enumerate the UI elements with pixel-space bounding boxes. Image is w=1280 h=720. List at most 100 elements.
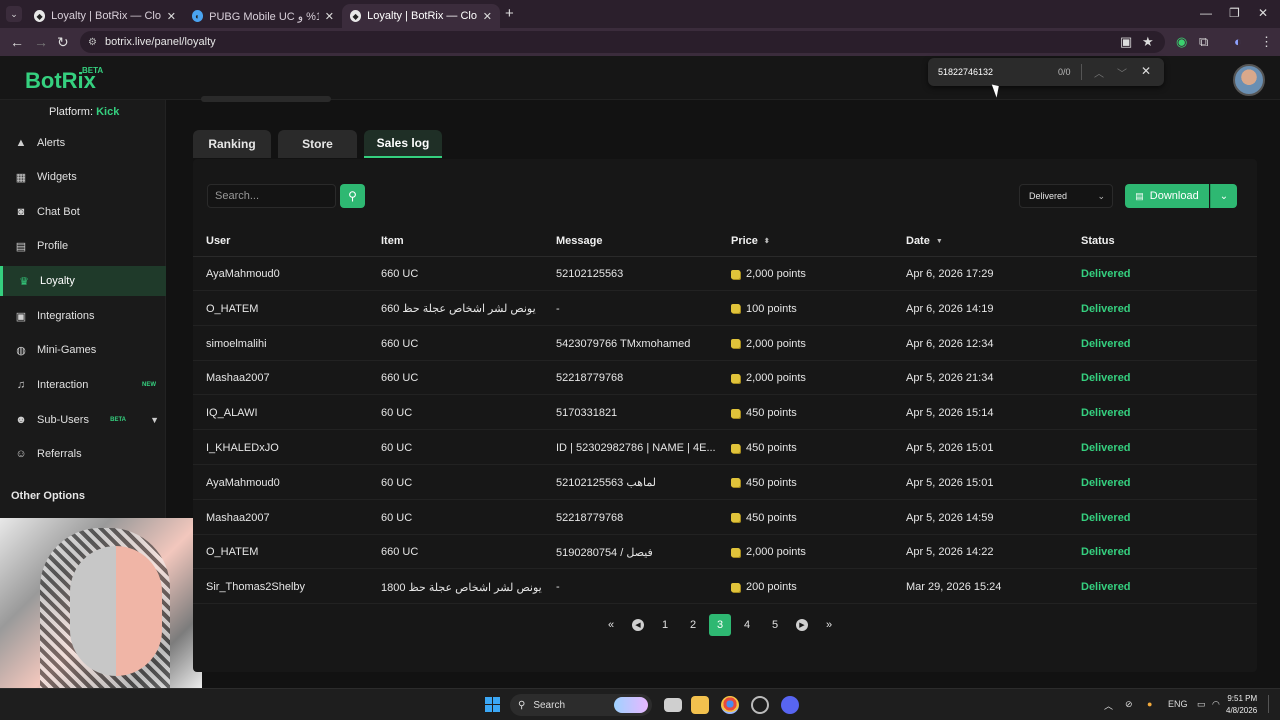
extension-icon[interactable]: ◉ [1176, 34, 1187, 50]
status-filter-select[interactable]: Delivered ⌄ [1019, 184, 1113, 208]
tray-overflow-icon[interactable]: ︿ [1104, 699, 1113, 712]
previous-page-icon[interactable]: ◀ [627, 614, 649, 636]
tab-store[interactable]: Store [278, 130, 357, 158]
browser-menu-icon[interactable]: ⋮ [1260, 34, 1273, 50]
microphone-icon[interactable]: ● [1147, 699, 1152, 709]
show-desktop-button[interactable] [1268, 695, 1274, 713]
taskbar-search[interactable]: ⚲ Search [510, 694, 652, 716]
site-info-icon[interactable]: ⚙ [88, 37, 97, 48]
webcam-face [70, 546, 162, 676]
new-tab-button[interactable]: + [505, 5, 514, 22]
cell-date: Apr 5, 2026 15:14 [906, 396, 993, 430]
forward-icon[interactable]: → [34, 34, 48, 50]
page-2[interactable]: 2 [682, 614, 704, 636]
cell-user: AyaMahmoud0 [206, 257, 280, 291]
profile-icon[interactable]: ◐ [1234, 34, 1242, 49]
cell-item: 60 UC [381, 431, 412, 465]
table-row: O_HATEM 660 يونص لشر اشخاص عجلة حظ - 100 po… [193, 292, 1257, 326]
close-icon[interactable]: ✕ [167, 10, 176, 23]
platform-label: Platform: [49, 106, 94, 118]
window-close-icon[interactable]: ✕ [1258, 6, 1268, 20]
cell-item: 660 UC [381, 327, 418, 361]
system-clock[interactable]: 9:51 PM 4/8/2026 [1226, 693, 1257, 717]
cell-date: Apr 5, 2026 15:01 [906, 466, 993, 500]
reader-mode-icon[interactable]: ▣ [1120, 34, 1132, 50]
user-avatar[interactable] [1233, 64, 1265, 96]
chevron-down-icon[interactable]: ▼ [150, 415, 159, 425]
tab-sales-log[interactable]: Sales log [364, 130, 442, 158]
tab-ranking[interactable]: Ranking [193, 130, 271, 158]
sidebar-item-integrations[interactable]: ▣ Integrations [0, 301, 166, 331]
download-button[interactable]: ▤ Download [1125, 184, 1209, 208]
task-view-icon[interactable] [664, 698, 682, 712]
close-icon[interactable]: ✕ [483, 10, 492, 23]
sidebar-item-interaction[interactable]: ♫ Interaction NEW [0, 370, 166, 400]
app-icon[interactable] [751, 696, 769, 714]
download-options-button[interactable]: ⌄ [1210, 184, 1237, 208]
minimize-icon[interactable]: — [1200, 6, 1212, 20]
find-previous-icon[interactable]: ︿ [1094, 65, 1104, 80]
sidebar-item-sub-users[interactable]: ☻ Sub-Users BETA ▼ [0, 405, 166, 435]
cell-item-text: 60 UC [381, 511, 413, 524]
find-next-icon[interactable]: ﹀ [1117, 65, 1127, 80]
page-1[interactable]: 1 [654, 614, 676, 636]
sidebar-item-alerts[interactable]: ▲ Alerts [0, 128, 166, 158]
find-close-icon[interactable]: ✕ [1141, 64, 1151, 78]
column-header-date[interactable]: Date ▼ [906, 224, 943, 258]
browser-tab-2[interactable]: ◐ PUBG Mobile UC خصم 10% و | ✕ [184, 4, 342, 28]
close-icon[interactable]: ✕ [325, 10, 334, 23]
back-icon[interactable]: ← [10, 34, 24, 50]
webcam-overlay [0, 518, 202, 688]
page-3-current[interactable]: 3 [709, 614, 731, 636]
url-field[interactable]: ⚙ botrix.live/panel/loyalty [80, 31, 1165, 53]
page-4[interactable]: 4 [736, 614, 758, 636]
sidebar-item-referrals[interactable]: ☺ Referrals [0, 439, 166, 469]
monitor-icon[interactable]: ▭ [1197, 699, 1206, 710]
cell-price-text: 2,000 points [746, 337, 806, 350]
restore-icon[interactable]: ❐ [1229, 6, 1240, 20]
tab-search-icon[interactable]: ⌄ [6, 6, 22, 22]
extensions-puzzle-icon[interactable]: ⧉ [1199, 34, 1208, 50]
browser-tab-3[interactable]: ◆ Loyalty | BotRix — Cloud Streaming ✕ [342, 4, 500, 28]
cell-status-text: Delivered [1081, 372, 1131, 385]
chrome-icon[interactable] [721, 696, 739, 714]
cell-user-text: O_HATEM [206, 302, 259, 315]
clock-date: 4/8/2026 [1226, 706, 1258, 715]
sidebar-item-loyalty[interactable]: ♛ Loyalty [0, 266, 166, 296]
sort-descending-icon: ▼ [935, 237, 943, 245]
discord-icon[interactable] [781, 696, 799, 714]
language-indicator[interactable]: ENG [1168, 699, 1188, 709]
find-input[interactable]: 51822746132 [938, 67, 993, 77]
download-label: Download [1149, 190, 1199, 202]
cell-date: Apr 6, 2026 12:34 [906, 327, 993, 361]
cell-message: 5423079766 TMxmohamed [556, 327, 690, 361]
find-count: 0/0 [1058, 67, 1071, 77]
sidebar-item-chat-bot[interactable]: ◙ Chat Bot [0, 197, 166, 227]
browser-tab-1[interactable]: ◆ Loyalty | BotRix — Cloud Streaming ✕ [26, 4, 184, 28]
price-header-label: Price [731, 235, 758, 247]
sidebar-item-widgets[interactable]: ▦ Widgets [0, 162, 166, 192]
wifi-icon[interactable]: ◠ [1212, 699, 1220, 710]
cell-message: - [556, 292, 560, 326]
bookmark-star-icon[interactable]: ★ [1142, 34, 1154, 50]
sidebar-item-mini-games[interactable]: ◍ Mini-Games [0, 335, 166, 365]
address-bar-row: ← → ↻ ⚙ botrix.live/panel/loyalty ▣ ★ ◉ … [0, 28, 1280, 56]
last-page-icon[interactable]: » [818, 614, 840, 636]
search-input[interactable] [207, 184, 336, 208]
network-off-icon[interactable]: ⊘ [1125, 699, 1133, 710]
reload-icon[interactable]: ↻ [57, 34, 69, 51]
sidebar-item-label: Interaction [37, 379, 89, 391]
browser-tab-2-label: PUBG Mobile UC خصم 10% و | [209, 10, 319, 23]
file-explorer-icon[interactable] [691, 696, 709, 714]
cell-message-text: 5190280754 / فيصل [556, 546, 653, 559]
first-page-icon[interactable]: « [600, 614, 622, 636]
cell-message: 5170331821 [556, 396, 617, 430]
chevron-down-icon: ⌄ [1219, 190, 1229, 202]
sidebar-item-profile[interactable]: ▤ Profile [0, 231, 166, 261]
page-5[interactable]: 5 [764, 614, 786, 636]
cell-user: Mashaa2007 [206, 501, 270, 535]
column-header-price[interactable]: Price ⬍ [731, 224, 770, 258]
search-button[interactable]: ⚲ [340, 184, 365, 208]
windows-start-icon[interactable] [485, 697, 500, 712]
next-page-icon[interactable]: ▶ [791, 614, 813, 636]
